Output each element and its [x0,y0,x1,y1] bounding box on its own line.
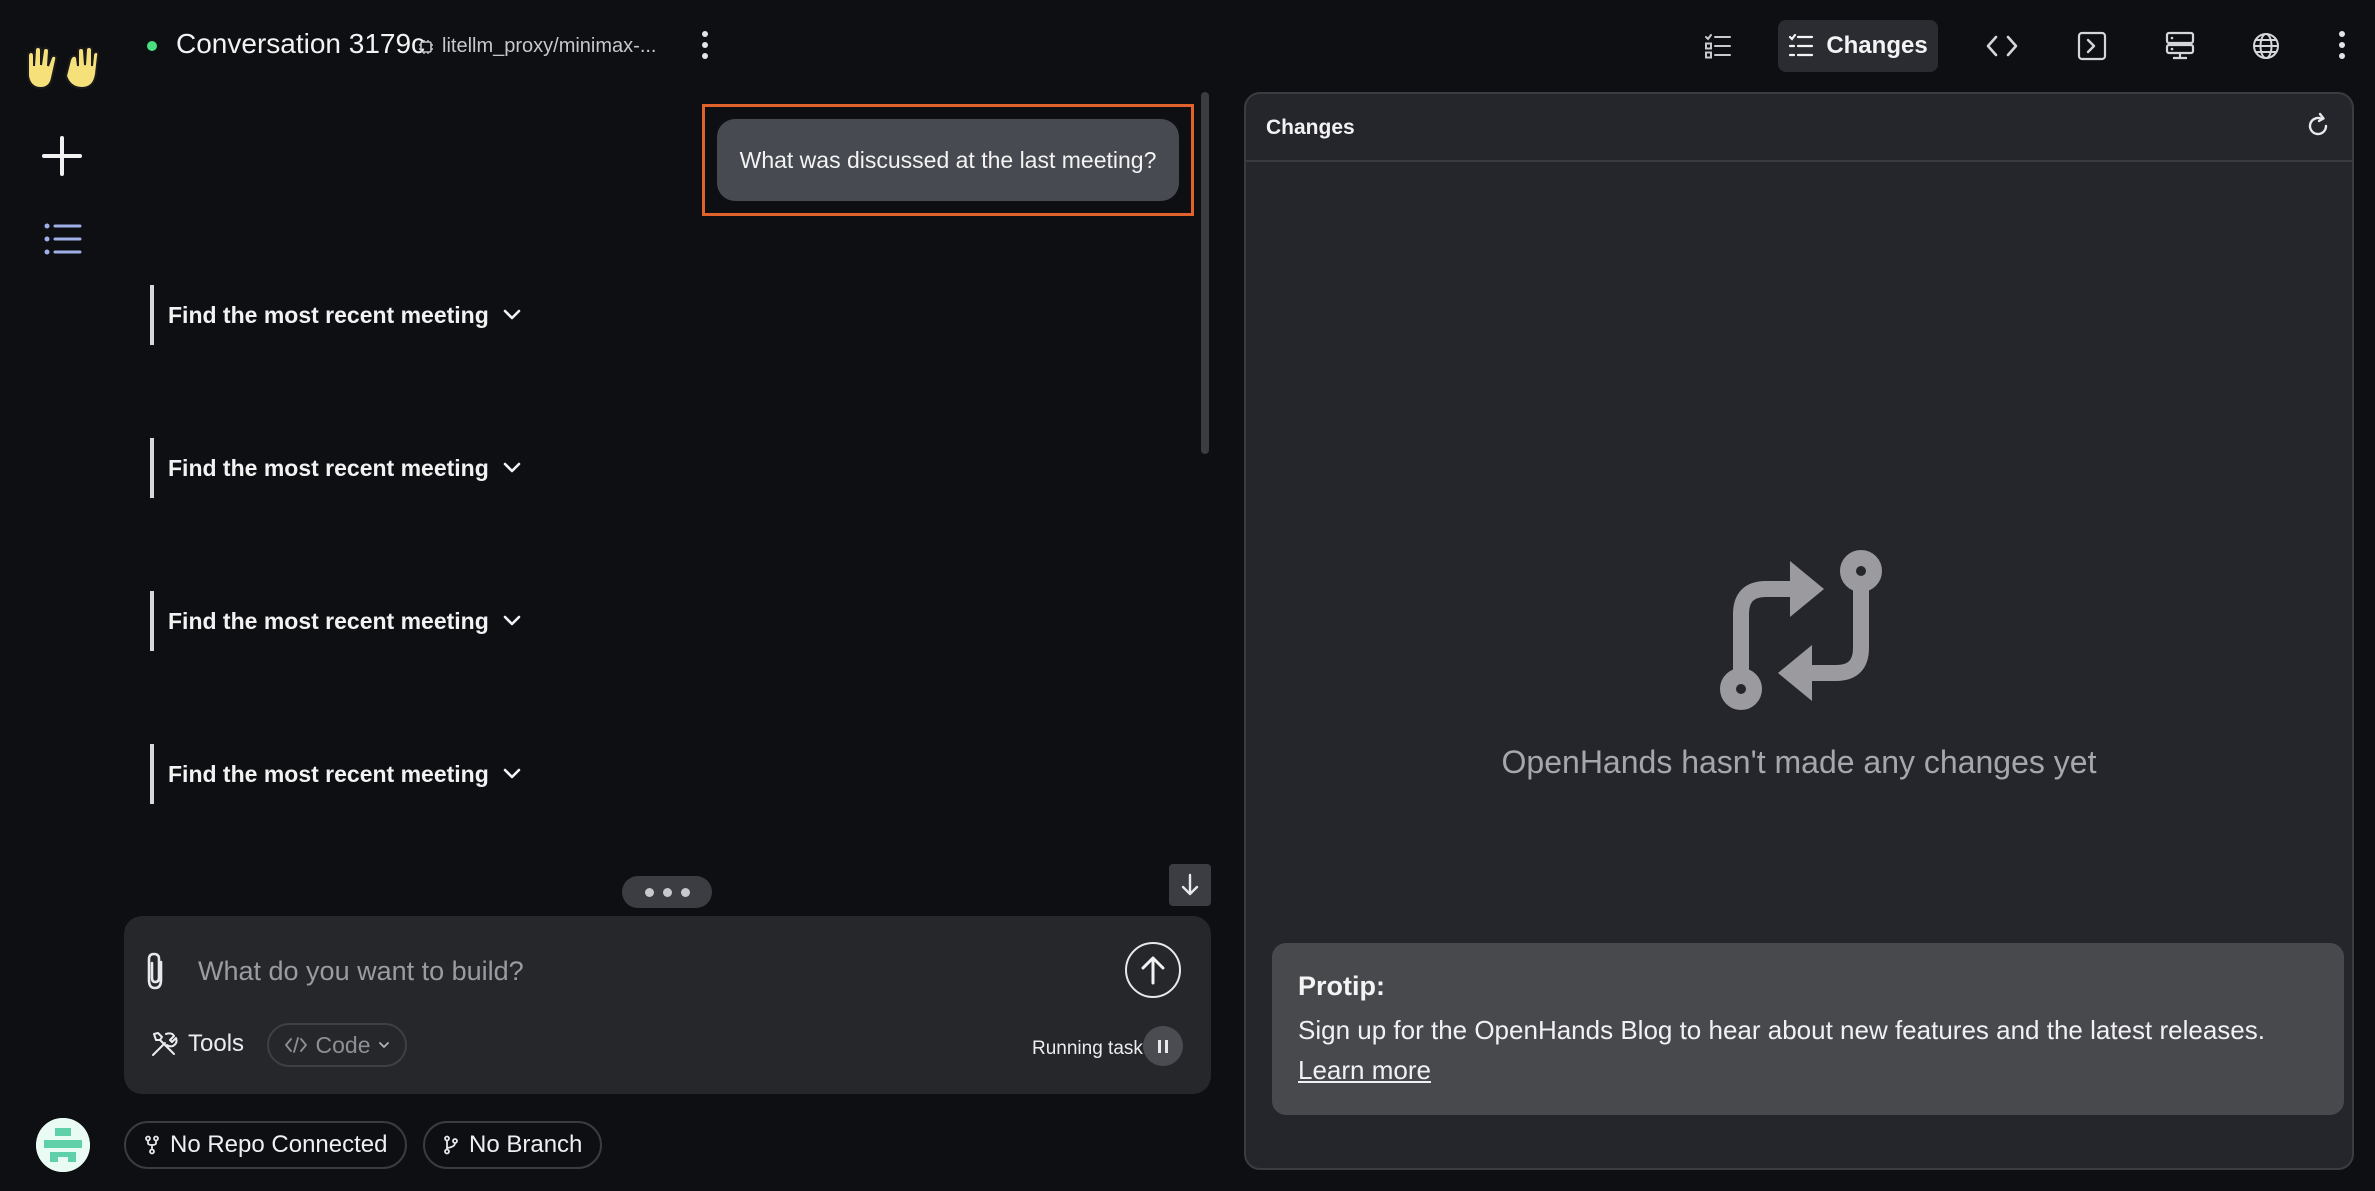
conversations-list-button[interactable] [40,216,86,262]
send-button[interactable] [1125,942,1181,998]
user-avatar[interactable] [36,1118,90,1172]
prompt-input[interactable] [198,956,1098,987]
agent-step[interactable]: Find the most recent meeting [150,438,521,498]
globe-icon [2253,33,2279,59]
conversation-menu-button[interactable] [693,25,717,65]
agent-step[interactable]: Find the most recent meeting [150,285,521,345]
tab-server[interactable] [2152,20,2208,72]
code-mode-label: Code [315,1031,371,1058]
tab-changes[interactable]: Changes [1778,20,1938,72]
terminal-icon [2077,31,2107,61]
git-compare-icon [1716,546,1886,716]
plus-icon [42,136,82,176]
tasks-tab[interactable] [1690,20,1746,72]
code-icon [1986,35,2018,57]
list-icon [44,223,82,255]
pause-button[interactable] [1143,1026,1183,1066]
chat-panel: What was discussed at the last meeting? … [140,92,1211,912]
arrow-down-icon [1181,873,1199,896]
attach-file-button[interactable] [142,950,168,992]
tab-browser[interactable] [2238,20,2294,72]
scroll-to-bottom-button[interactable] [1169,864,1211,906]
user-message: What was discussed at the last meeting? [717,119,1179,201]
learn-more-link[interactable]: Learn more [1298,1055,1431,1085]
changes-panel-header: Changes [1246,94,2352,162]
tab-terminal[interactable] [2064,20,2120,72]
chevron-down-icon [503,462,521,473]
paperclip-icon [147,952,163,990]
app-menu-button[interactable] [2330,25,2354,65]
branch-selector-button[interactable]: No Branch [423,1121,603,1169]
agent-step-label: Find the most recent meeting [168,760,489,787]
refresh-icon [2308,112,2328,136]
chevron-down-icon [379,1042,390,1048]
chip-icon [419,39,433,54]
protip-card: Protip: Sign up for the OpenHands Blog t… [1272,943,2344,1115]
protip-title: Protip: [1298,971,1385,1001]
openhands-logo-icon[interactable] [22,46,100,94]
branch-label: No Branch [469,1131,583,1158]
checklist-icon [1705,34,1731,59]
chevron-down-icon [503,768,521,779]
typing-indicator [622,876,712,908]
protip-body: Sign up for the OpenHands Blog to hear a… [1298,1015,2265,1045]
branch-icon [444,1135,458,1155]
left-rail [0,0,122,1191]
message-composer: Tools Code Running task [124,916,1211,1094]
status-indicator [147,41,157,51]
model-indicator: litellm_proxy/minimax-... [418,35,656,58]
agent-step-label: Find the most recent meeting [168,454,489,481]
new-conversation-button[interactable] [38,132,86,180]
running-task-label: Running task [1032,1038,1143,1059]
tools-label: Tools [188,1030,245,1057]
top-bar: Conversation 3179c litellm_proxy/minimax… [122,0,2375,92]
repo-label: No Repo Connected [170,1131,388,1158]
chevron-down-icon [503,615,521,626]
agent-step-label: Find the most recent meeting [168,301,489,328]
tab-code[interactable] [1974,20,2030,72]
changes-panel: Changes OpenHands hasn't made any change… [1244,92,2354,1170]
code-mode-select[interactable]: Code [267,1023,407,1067]
agent-step[interactable]: Find the most recent meeting [150,591,521,651]
code-icon [284,1037,307,1053]
chevron-down-icon [503,309,521,320]
server-icon [2165,31,2195,60]
changes-list-icon [1789,34,1814,57]
fork-icon [145,1135,159,1155]
changes-panel-title: Changes [1266,116,1355,139]
chat-scrollbar[interactable] [1201,92,1209,454]
tab-changes-label: Changes [1826,32,1928,59]
conversation-title[interactable]: Conversation 3179c [176,28,425,60]
tools-icon [152,1032,178,1056]
agent-step[interactable]: Find the most recent meeting [150,744,521,804]
arrow-up-icon [1141,956,1165,985]
refresh-button[interactable] [2304,112,2332,140]
tools-button[interactable]: Tools [150,1030,244,1058]
agent-step-label: Find the most recent meeting [168,607,489,634]
repo-selector-button[interactable]: No Repo Connected [124,1121,408,1169]
user-message-highlight: What was discussed at the last meeting? [702,104,1194,216]
model-name: litellm_proxy/minimax-... [442,35,657,57]
empty-state-message: OpenHands hasn't made any changes yet [1501,744,2097,780]
